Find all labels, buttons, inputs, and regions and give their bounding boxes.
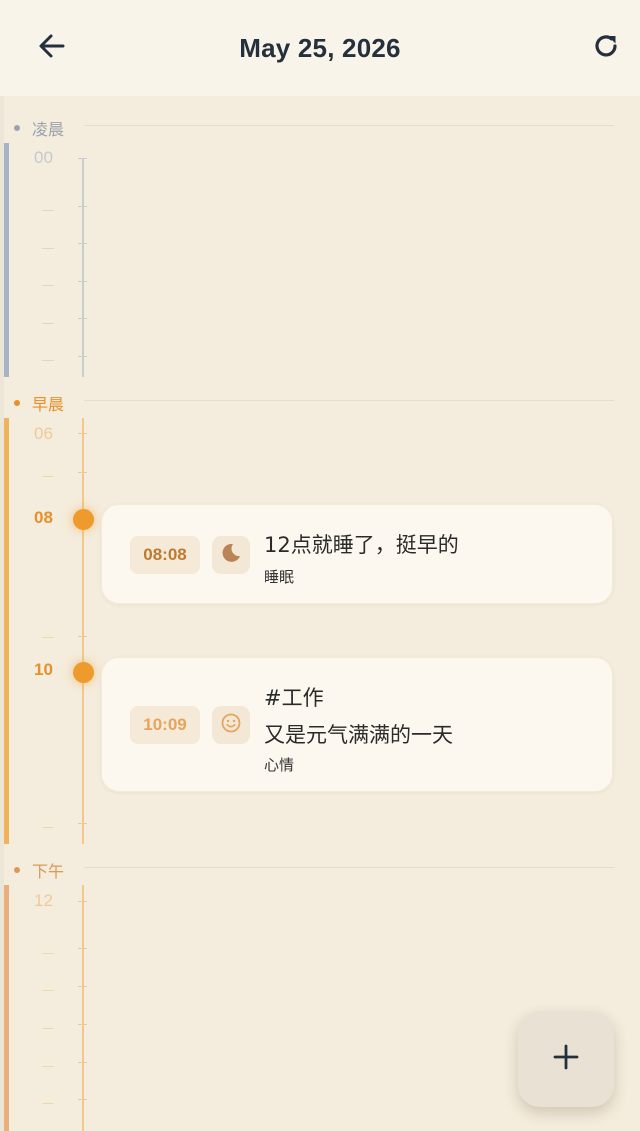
plus-icon xyxy=(552,1043,580,1075)
back-button[interactable] xyxy=(32,28,72,68)
section-divider xyxy=(84,867,614,868)
hour-dash xyxy=(42,285,54,286)
hour-tick xyxy=(78,1099,87,1100)
period-bar-afternoon xyxy=(4,885,9,1131)
hour-label-10: 10 xyxy=(34,660,53,679)
hour-dash xyxy=(42,476,54,477)
hour-dash xyxy=(42,990,54,991)
hour-tick xyxy=(78,901,87,902)
hour-tick xyxy=(78,433,87,434)
section-divider xyxy=(84,400,614,401)
period-bar-early-morning xyxy=(4,143,9,377)
event-tag: #工作 xyxy=(264,686,324,710)
refresh-icon xyxy=(591,31,621,65)
hour-tick xyxy=(78,356,87,357)
hour-tick xyxy=(78,206,87,207)
hour-tick xyxy=(78,823,87,824)
hour-tick xyxy=(78,948,87,949)
hour-label: 00 xyxy=(34,148,53,167)
section-label-afternoon: 下午 xyxy=(14,858,64,882)
hour-dash xyxy=(42,953,54,954)
hour-tick xyxy=(78,281,87,282)
period-bar-morning xyxy=(4,418,9,844)
hour-dash xyxy=(42,827,54,828)
event-card[interactable]: 08:08 12点就睡了，挺早的 睡眠 xyxy=(101,504,613,604)
event-time: 10:09 xyxy=(130,706,200,744)
timeline-axis xyxy=(82,418,84,844)
add-entry-button[interactable] xyxy=(518,1011,614,1107)
page-title: May 25, 2026 xyxy=(239,32,401,63)
hour-dash xyxy=(42,1103,54,1104)
hour-tick xyxy=(78,243,87,244)
section-label-early-morning: 凌晨 xyxy=(14,116,64,140)
hour-dash xyxy=(42,1028,54,1029)
hour-dash xyxy=(42,323,54,324)
section-label-text: 早晨 xyxy=(32,395,65,414)
section-label-morning: 早晨 xyxy=(14,391,64,415)
event-card[interactable]: 10:09 #工作 又是元气满满的一天 心情 xyxy=(101,657,613,792)
hour-dash xyxy=(42,210,54,211)
event-icon-chip xyxy=(212,536,250,574)
hour-tick xyxy=(78,472,87,473)
section-divider xyxy=(84,125,614,126)
hour-dash xyxy=(42,360,54,361)
app-header: May 25, 2026 xyxy=(0,0,640,96)
section-dot xyxy=(14,125,20,131)
hour-label: 06 xyxy=(34,424,53,443)
hour-tick xyxy=(78,1024,87,1025)
event-marker xyxy=(73,662,94,683)
smile-icon xyxy=(220,712,242,738)
timeline-axis xyxy=(82,885,84,1131)
section-label-text: 凌晨 xyxy=(32,120,65,139)
hour-tick xyxy=(78,636,87,637)
event-text: 又是元气满满的一天 xyxy=(264,723,453,747)
hour-dash xyxy=(42,1066,54,1067)
hour-tick xyxy=(78,318,87,319)
moon-icon xyxy=(220,542,242,568)
event-time: 08:08 xyxy=(130,536,200,574)
hour-dash xyxy=(42,248,54,249)
timeline-axis xyxy=(82,158,84,377)
event-category: 心情 xyxy=(264,756,295,774)
hour-label: 12 xyxy=(34,891,53,910)
section-dot xyxy=(14,867,20,873)
event-category: 睡眠 xyxy=(264,568,295,586)
refresh-button[interactable] xyxy=(586,28,626,68)
event-text: 12点就睡了，挺早的 xyxy=(264,533,459,557)
hour-tick xyxy=(78,158,87,159)
hour-label-08: 08 xyxy=(34,508,53,527)
arrow-left-icon xyxy=(37,31,67,65)
event-marker xyxy=(73,509,94,530)
hour-tick xyxy=(78,986,87,987)
hour-dash xyxy=(42,637,54,638)
section-dot xyxy=(14,400,20,406)
section-label-text: 下午 xyxy=(32,862,65,881)
hour-tick xyxy=(78,1062,87,1063)
event-icon-chip xyxy=(212,706,250,744)
